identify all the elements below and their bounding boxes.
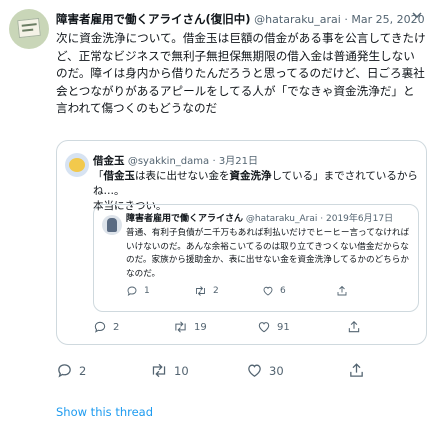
quote-date: 3月21日 bbox=[218, 156, 258, 167]
reply-count: 2 bbox=[79, 363, 87, 378]
share-icon bbox=[348, 362, 365, 379]
inner-reply-count: 1 bbox=[144, 286, 150, 296]
show-thread-link[interactable]: Show this thread bbox=[56, 405, 153, 419]
quote-reply-button[interactable]: 2 bbox=[93, 320, 119, 334]
quote-bold-term-1: 借金玉 bbox=[103, 170, 136, 182]
inner-author-handle: @hataraku_Arai bbox=[245, 214, 318, 224]
retweet-icon bbox=[194, 285, 207, 297]
quote-retweet-button[interactable]: 19 bbox=[173, 320, 207, 334]
quoted-tweet[interactable]: 借金玉 @syakkin_dama · 3月21日 「借金玉は表に出せない金を資… bbox=[56, 140, 427, 345]
inner-author-name: 障害者雇用で働くアライさん bbox=[126, 214, 244, 224]
share-button[interactable] bbox=[348, 362, 365, 379]
retweet-icon bbox=[150, 362, 168, 379]
inner-text: 普通、有利子負債が二千万もあれば利払いだけでヒーヒー言ってなければいけないのだ。… bbox=[126, 228, 410, 279]
quote-action-bar: 2 19 91 bbox=[93, 320, 419, 336]
inner-reply-button[interactable]: 1 bbox=[126, 285, 150, 297]
inner-retweet-count: 2 bbox=[213, 286, 219, 296]
share-icon bbox=[347, 320, 361, 334]
share-icon bbox=[336, 285, 348, 297]
inner-like-count: 6 bbox=[280, 286, 286, 296]
inner-quoted-tweet[interactable]: 障害者雇用で働くアライさん @hataraku_Arai · 2019年6月17… bbox=[93, 204, 419, 312]
quote-bold-term-2: 資金洗浄 bbox=[229, 170, 272, 182]
reply-icon bbox=[93, 320, 107, 334]
tweet-action-bar: 2 10 30 bbox=[56, 362, 426, 382]
quote-reply-count: 2 bbox=[113, 321, 120, 333]
quote-author-handle: @syakkin_dama bbox=[127, 156, 210, 167]
like-icon bbox=[246, 362, 263, 379]
quote-share-button[interactable] bbox=[347, 320, 361, 334]
quote-like-count: 91 bbox=[277, 321, 290, 333]
retweet-icon bbox=[173, 320, 188, 334]
inner-header: 障害者雇用で働くアライさん @hataraku_Arai · 2019年6月17… bbox=[126, 214, 394, 224]
quote-author-avatar bbox=[65, 153, 89, 177]
reply-button[interactable]: 2 bbox=[56, 362, 86, 379]
inner-retweet-button[interactable]: 2 bbox=[194, 285, 219, 297]
tweet-header: 障害者雇用で働くアライさん(復旧中) @hataraku_arai · Mar … bbox=[56, 10, 425, 28]
author-avatar[interactable] bbox=[9, 9, 49, 49]
inner-date: 2019年6月17日 bbox=[326, 214, 394, 224]
quote-like-button[interactable]: 91 bbox=[257, 320, 290, 334]
like-icon bbox=[257, 320, 271, 334]
reply-icon bbox=[126, 285, 138, 297]
caret-down-icon[interactable] bbox=[411, 9, 423, 24]
author-name[interactable]: 障害者雇用で働くアライさん(復旧中) bbox=[56, 12, 251, 26]
quote-header: 借金玉 @syakkin_dama · 3月21日 bbox=[93, 155, 258, 167]
like-count: 30 bbox=[269, 363, 284, 378]
like-button[interactable]: 30 bbox=[246, 362, 284, 379]
tweet-text: 次に資金洗浄について。借金玉は巨額の借金がある事を公言してきたけど、正常なビジネ… bbox=[56, 31, 426, 115]
author-handle[interactable]: @hataraku_arai bbox=[254, 13, 341, 26]
quote-author-name: 借金玉 bbox=[93, 155, 125, 167]
inner-like-button[interactable]: 6 bbox=[262, 285, 286, 297]
reply-icon bbox=[56, 362, 73, 379]
inner-share-button[interactable] bbox=[336, 285, 348, 297]
avatar-note-graphic bbox=[17, 17, 41, 39]
retweet-count: 10 bbox=[174, 363, 189, 378]
inner-author-avatar bbox=[102, 215, 122, 235]
retweet-button[interactable]: 10 bbox=[150, 362, 189, 379]
quote-retweet-count: 19 bbox=[194, 321, 207, 333]
like-icon bbox=[262, 285, 274, 297]
inner-action-bar: 1 2 6 bbox=[126, 285, 412, 299]
tweet[interactable]: 障害者雇用で働くアライさん(復旧中) @hataraku_arai · Mar … bbox=[0, 0, 437, 437]
